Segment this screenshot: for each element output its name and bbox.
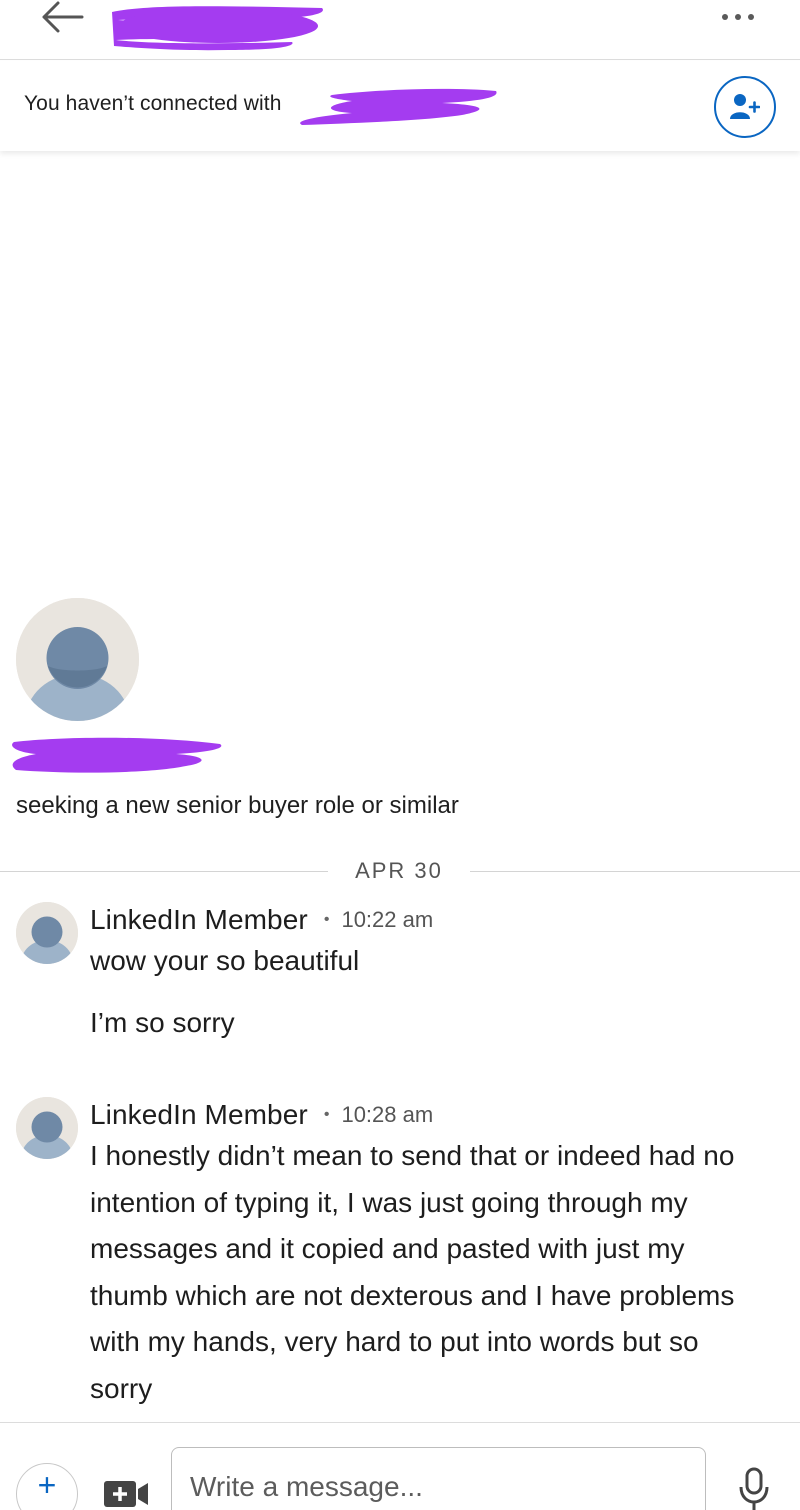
- profile-avatar[interactable]: [16, 598, 139, 721]
- default-avatar-icon: [16, 598, 139, 721]
- message-group: LinkedIn Member • 10:22 am wow your so b…: [0, 900, 800, 1050]
- connection-banner: You haven’t connected with: [0, 61, 800, 151]
- message-meta: LinkedIn Member • 10:28 am: [90, 1095, 433, 1135]
- connection-name-redacted: [292, 83, 502, 133]
- divider-line: [0, 871, 328, 872]
- more-options-dot: [722, 14, 728, 20]
- message-meta: LinkedIn Member • 10:22 am: [90, 900, 433, 940]
- attach-button[interactable]: +: [16, 1463, 78, 1510]
- sender-name[interactable]: LinkedIn Member: [90, 1099, 308, 1131]
- sender-avatar[interactable]: [16, 1097, 78, 1159]
- microphone-icon: [739, 1467, 769, 1510]
- default-avatar-icon: [16, 1097, 78, 1159]
- default-avatar-icon: [16, 902, 78, 964]
- separator-dot: •: [323, 911, 330, 928]
- conversation-header: [0, 0, 800, 60]
- message-input[interactable]: [171, 1447, 706, 1510]
- profile-headline: seeking a new senior buyer role or simil…: [16, 792, 459, 819]
- separator-dot: •: [323, 1106, 330, 1123]
- voice-message-button[interactable]: [738, 1467, 770, 1510]
- sender-avatar[interactable]: [16, 902, 78, 964]
- add-person-icon: [730, 94, 760, 119]
- message-group: LinkedIn Member • 10:28 am I honestly di…: [0, 1095, 800, 1415]
- more-options-dot: [735, 14, 741, 20]
- video-call-button[interactable]: [104, 1479, 148, 1509]
- connect-button[interactable]: [714, 76, 776, 138]
- message-composer: +: [0, 1422, 800, 1510]
- connection-banner-text: You haven’t connected with: [24, 92, 282, 115]
- message-text: I’m so sorry: [90, 1007, 235, 1038]
- message-text: wow your so beautiful: [90, 945, 360, 976]
- more-options-dot: [748, 14, 754, 20]
- message-text: I honestly didn’t mean to send that or i…: [90, 1140, 735, 1404]
- arrow-left-icon: [42, 1, 84, 33]
- video-camera-icon: [104, 1481, 148, 1507]
- sender-name[interactable]: LinkedIn Member: [90, 904, 308, 936]
- message-timestamp: 10:22 am: [341, 907, 434, 932]
- recipient-name-redacted[interactable]: [108, 0, 328, 52]
- divider-line: [470, 871, 800, 872]
- profile-name-redacted[interactable]: [6, 732, 228, 778]
- date-divider-label: APR 30: [355, 858, 443, 883]
- message-timestamp: 10:28 am: [341, 1102, 434, 1127]
- date-divider: APR 30: [0, 856, 800, 886]
- back-button[interactable]: [38, 0, 86, 34]
- plus-icon: +: [37, 1467, 57, 1503]
- more-options-button[interactable]: [712, 2, 764, 32]
